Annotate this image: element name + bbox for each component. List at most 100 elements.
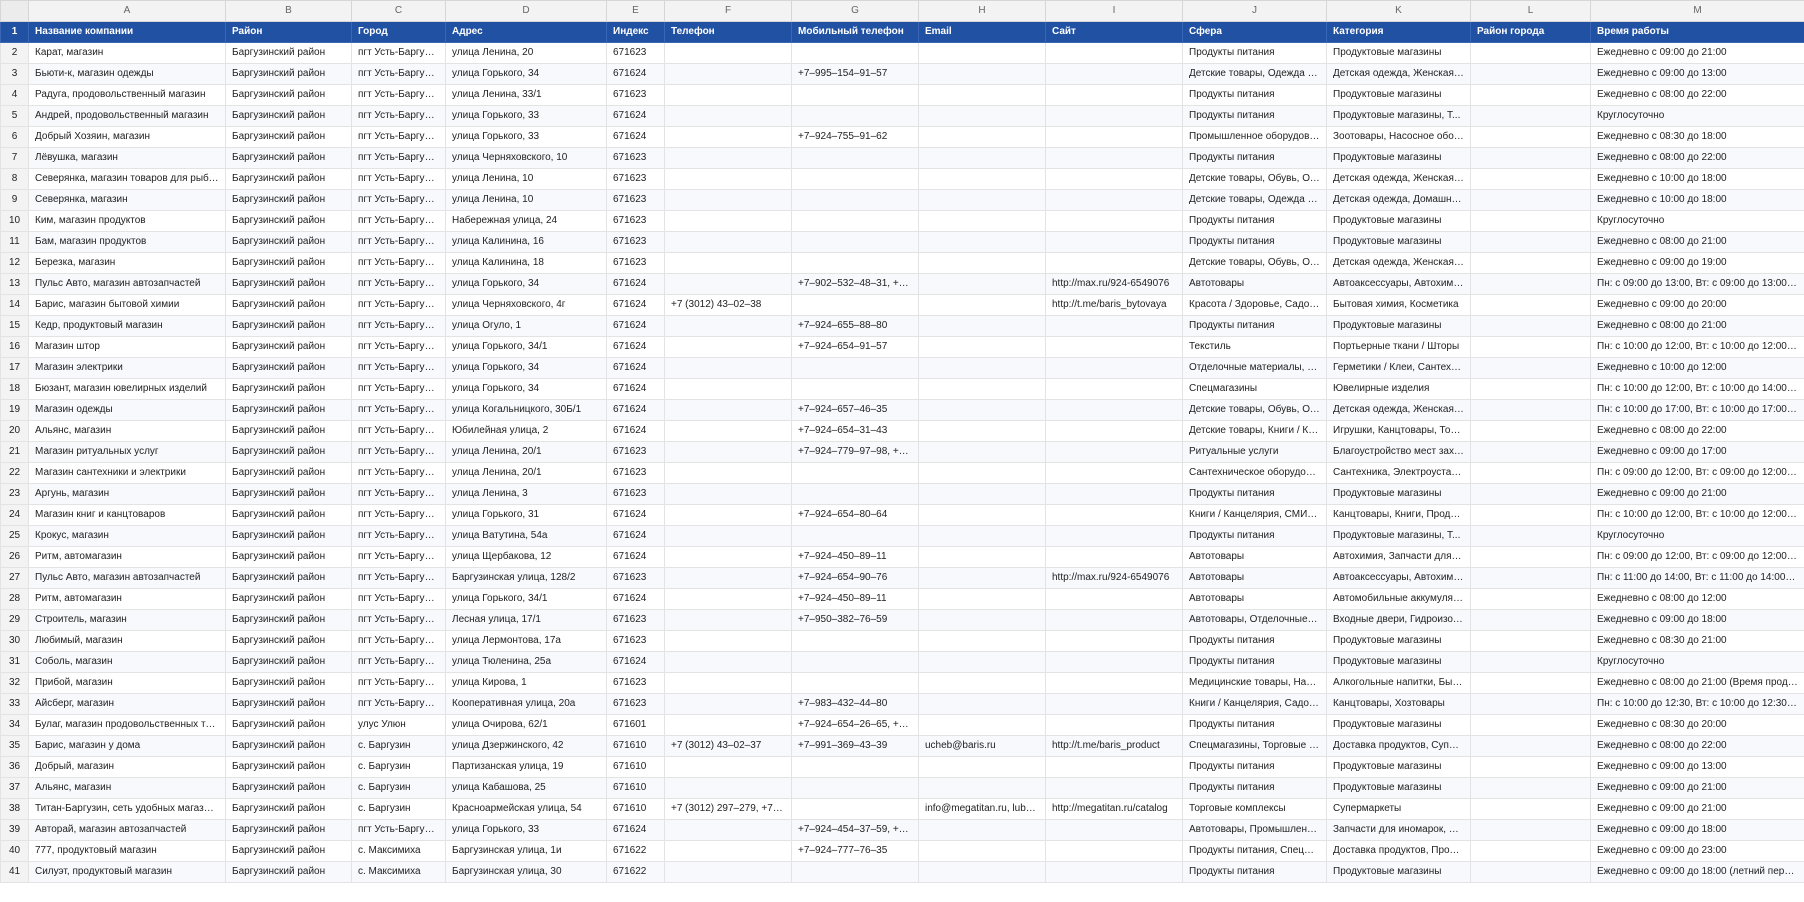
table-cell[interactable]	[664, 861, 792, 883]
column-letter[interactable]: B	[225, 0, 352, 22]
table-cell[interactable]	[918, 777, 1046, 799]
table-cell[interactable]: Баргузинский район	[225, 231, 352, 253]
header-cell[interactable]: Категория	[1326, 21, 1471, 43]
table-cell[interactable]: пгт Усть-Баргузин	[351, 210, 446, 232]
table-cell[interactable]	[918, 336, 1046, 358]
table-cell[interactable]	[791, 861, 919, 883]
table-cell[interactable]: Бюзант, магазин ювелирных изделий	[28, 378, 226, 400]
table-cell[interactable]: Игрушки, Канцтовары, Товары для дома	[1326, 420, 1471, 442]
table-cell[interactable]: 671622	[606, 861, 665, 883]
row-number[interactable]: 28	[0, 588, 29, 610]
table-cell[interactable]: улица Горького, 33	[445, 105, 607, 127]
table-cell[interactable]: с. Максимиха	[351, 840, 446, 862]
table-cell[interactable]: Бьюти-к, магазин одежды	[28, 63, 226, 85]
table-cell[interactable]	[664, 609, 792, 631]
table-cell[interactable]: улица Горького, 33	[445, 819, 607, 841]
table-cell[interactable]: Андрей, продовольственный магазин	[28, 105, 226, 127]
table-cell[interactable]	[664, 756, 792, 778]
table-cell[interactable]: Булаг, магазин продовольственных товаров	[28, 714, 226, 736]
table-cell[interactable]: улица Горького, 33	[445, 126, 607, 148]
table-cell[interactable]: info@megatitan.ru, lubov@...	[918, 798, 1046, 820]
table-cell[interactable]: пгт Усть-Баргузин	[351, 231, 446, 253]
table-cell[interactable]: Ежедневно с 09:00 до 18:00 (летний перио…	[1590, 861, 1804, 883]
table-cell[interactable]	[791, 42, 919, 64]
table-cell[interactable]: улица Черняховского, 4г	[445, 294, 607, 316]
table-cell[interactable]: Баргузинский район	[225, 483, 352, 505]
header-cell[interactable]: Район	[225, 21, 352, 43]
table-cell[interactable]: Красноармейская улица, 54	[445, 798, 607, 820]
table-cell[interactable]	[1470, 630, 1591, 652]
table-cell[interactable]	[918, 189, 1046, 211]
table-cell[interactable]: Продуктовые магазины	[1326, 777, 1471, 799]
table-cell[interactable]: пгт Усть-Баргузин	[351, 252, 446, 274]
table-cell[interactable]: пгт Усть-Баргузин	[351, 483, 446, 505]
table-cell[interactable]: http://megatitan.ru/catalog	[1045, 798, 1183, 820]
table-cell[interactable]: улица Дзержинского, 42	[445, 735, 607, 757]
table-cell[interactable]: Магазин книг и канцтоваров	[28, 504, 226, 526]
table-cell[interactable]: Баргузинский район	[225, 693, 352, 715]
table-cell[interactable]: улица Кабашова, 25	[445, 777, 607, 799]
table-cell[interactable]	[791, 189, 919, 211]
table-cell[interactable]	[918, 819, 1046, 841]
table-cell[interactable]: 671624	[606, 273, 665, 295]
table-cell[interactable]	[1045, 252, 1183, 274]
table-cell[interactable]: +7‒924‒454‒37‒59, +7‒924‒...	[791, 819, 919, 841]
table-cell[interactable]: Алкогольные напитки, Бытовая химия	[1326, 672, 1471, 694]
table-cell[interactable]: пгт Усть-Баргузин	[351, 84, 446, 106]
header-cell[interactable]: Название компании	[28, 21, 226, 43]
table-cell[interactable]	[1470, 777, 1591, 799]
table-cell[interactable]	[1045, 378, 1183, 400]
table-cell[interactable]: +7 (3012) 43‒02‒37	[664, 735, 792, 757]
table-cell[interactable]: с. Максимиха	[351, 861, 446, 883]
row-number[interactable]: 6	[0, 126, 29, 148]
table-cell[interactable]: Баргузинский район	[225, 126, 352, 148]
table-cell[interactable]: Запчасти для иномарок, Запчасти для...	[1326, 819, 1471, 841]
table-cell[interactable]: Ежедневно с 09:00 до 21:00	[1590, 483, 1804, 505]
table-cell[interactable]: 671623	[606, 147, 665, 169]
table-cell[interactable]	[664, 693, 792, 715]
table-cell[interactable]: Баргузинский район	[225, 735, 352, 757]
table-cell[interactable]: Ежедневно с 08:30 до 20:00	[1590, 714, 1804, 736]
table-cell[interactable]: Бам, магазин продуктов	[28, 231, 226, 253]
table-cell[interactable]	[791, 630, 919, 652]
table-cell[interactable]: 671623	[606, 231, 665, 253]
table-cell[interactable]	[1045, 756, 1183, 778]
table-cell[interactable]: Карат, магазин	[28, 42, 226, 64]
table-cell[interactable]	[1045, 525, 1183, 547]
table-cell[interactable]: 671624	[606, 525, 665, 547]
table-cell[interactable]	[1045, 609, 1183, 631]
table-cell[interactable]	[664, 525, 792, 547]
table-cell[interactable]: Автотовары, Отделочные материалы	[1182, 609, 1327, 631]
table-cell[interactable]: Ежедневно с 08:00 до 22:00	[1590, 84, 1804, 106]
table-cell[interactable]: Супермаркеты	[1326, 798, 1471, 820]
table-cell[interactable]: +7 (3012) 43‒02‒38	[664, 294, 792, 316]
table-cell[interactable]	[1045, 315, 1183, 337]
table-cell[interactable]	[1045, 210, 1183, 232]
table-cell[interactable]: http://max.ru/924-6549076	[1045, 567, 1183, 589]
table-cell[interactable]	[1470, 231, 1591, 253]
table-cell[interactable]: +7‒902‒532‒48‒31, +7‒924‒...	[791, 273, 919, 295]
table-cell[interactable]	[1470, 756, 1591, 778]
row-number[interactable]: 40	[0, 840, 29, 862]
table-cell[interactable]	[918, 441, 1046, 463]
table-cell[interactable]: пгт Усть-Баргузин	[351, 357, 446, 379]
table-cell[interactable]: пгт Усть-Баргузин	[351, 693, 446, 715]
table-cell[interactable]: Баргузинский район	[225, 378, 352, 400]
table-cell[interactable]	[918, 399, 1046, 421]
table-cell[interactable]: Ежедневно с 08:30 до 21:00	[1590, 630, 1804, 652]
table-cell[interactable]: Баргузинский район	[225, 168, 352, 190]
table-cell[interactable]	[664, 189, 792, 211]
table-cell[interactable]: Продуктовые магазины	[1326, 84, 1471, 106]
table-cell[interactable]: +7‒924‒755‒91‒62	[791, 126, 919, 148]
table-cell[interactable]	[1470, 483, 1591, 505]
table-cell[interactable]: 671624	[606, 315, 665, 337]
row-number[interactable]: 24	[0, 504, 29, 526]
table-cell[interactable]	[1470, 651, 1591, 673]
table-cell[interactable]: Книги / Канцелярия, СМИ, Подарки	[1182, 504, 1327, 526]
table-cell[interactable]	[1045, 441, 1183, 463]
row-number[interactable]: 27	[0, 567, 29, 589]
table-cell[interactable]: Соболь, магазин	[28, 651, 226, 673]
table-cell[interactable]: 671624	[606, 420, 665, 442]
row-number[interactable]: 18	[0, 378, 29, 400]
table-cell[interactable]	[1045, 840, 1183, 862]
